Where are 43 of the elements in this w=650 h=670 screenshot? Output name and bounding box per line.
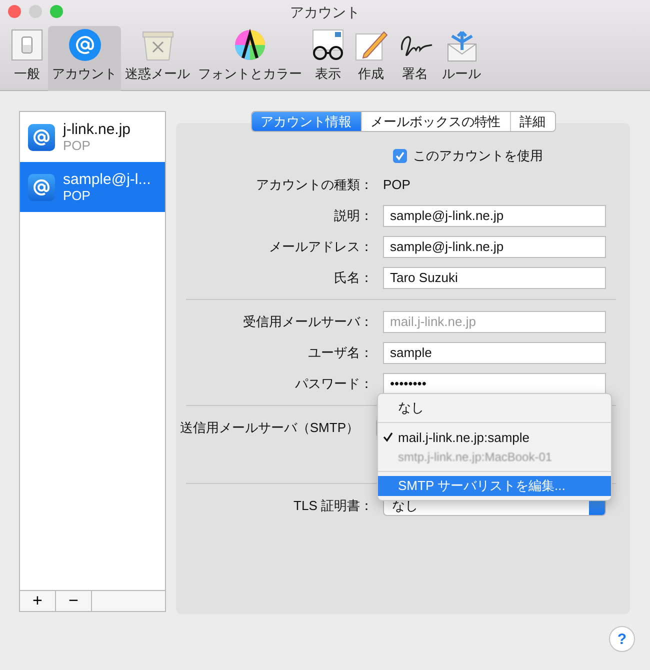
field-label: 受信用メールサーバ：: [242, 312, 374, 330]
toolbar-tab[interactable]: 作成: [350, 26, 392, 91]
checkbox[interactable]: [393, 149, 407, 163]
account-item[interactable]: sample@j-l... POP: [20, 162, 165, 212]
text-field[interactable]: mail.j-link.ne.jp: [383, 310, 606, 332]
text-field[interactable]: sample@j-link.ne.jp: [383, 236, 606, 258]
toolbar-tab[interactable]: 署名: [392, 26, 438, 91]
at-sign-icon: [28, 174, 55, 200]
switch-icon: [10, 28, 44, 62]
field-label: 説明：: [333, 206, 374, 224]
toolbar-tab[interactable]: 表示: [306, 26, 350, 91]
toolbar-tab[interactable]: フォントとカラー: [194, 26, 306, 91]
field-label: パスワード：: [294, 374, 374, 392]
toolbar-tab[interactable]: 一般: [6, 26, 48, 91]
field-label: ユーザ名：: [307, 344, 374, 362]
account-item[interactable]: j-link.ne.jp POP: [20, 112, 165, 162]
toolbar-tab[interactable]: 迷惑メール: [121, 26, 194, 91]
field-label: メールアドレス：: [268, 238, 374, 256]
menu-item[interactable]: SMTP サーバリストを編集...: [378, 476, 611, 496]
toolbar-tab[interactable]: ルール: [438, 26, 485, 91]
help-button[interactable]: ?: [609, 626, 635, 652]
text-field[interactable]: ••••••••: [383, 372, 606, 394]
at-sign-icon: [68, 28, 102, 62]
menu-item[interactable]: なし: [378, 398, 611, 418]
field-label: アカウントの種類：: [255, 176, 374, 194]
window-title: アカウント: [290, 4, 360, 22]
field-label: 氏名：: [333, 268, 374, 286]
at-sign-icon: [28, 124, 55, 150]
zoom-button[interactable]: [50, 5, 63, 18]
account-type-value: POP: [383, 177, 410, 192]
checkmark-icon: [383, 432, 393, 442]
glasses-icon: [310, 28, 346, 62]
checkbox-label: このアカウントを使用: [413, 147, 543, 165]
menu-item[interactable]: mail.j-link.ne.jp:sample: [378, 427, 611, 447]
text-field[interactable]: sample: [383, 342, 606, 364]
toolbar-tab[interactable]: アカウント: [48, 26, 121, 91]
color-wheel-icon: [233, 28, 267, 62]
minimize-button[interactable]: [29, 5, 42, 18]
close-button[interactable]: [8, 5, 21, 18]
field-label: 送信用メールサーバ（SMTP）: [178, 418, 360, 436]
text-field[interactable]: sample@j-link.ne.jp: [383, 204, 606, 226]
text-field[interactable]: Taro Suzuki: [383, 266, 606, 288]
field-label: TLS 証明書：: [292, 496, 374, 514]
